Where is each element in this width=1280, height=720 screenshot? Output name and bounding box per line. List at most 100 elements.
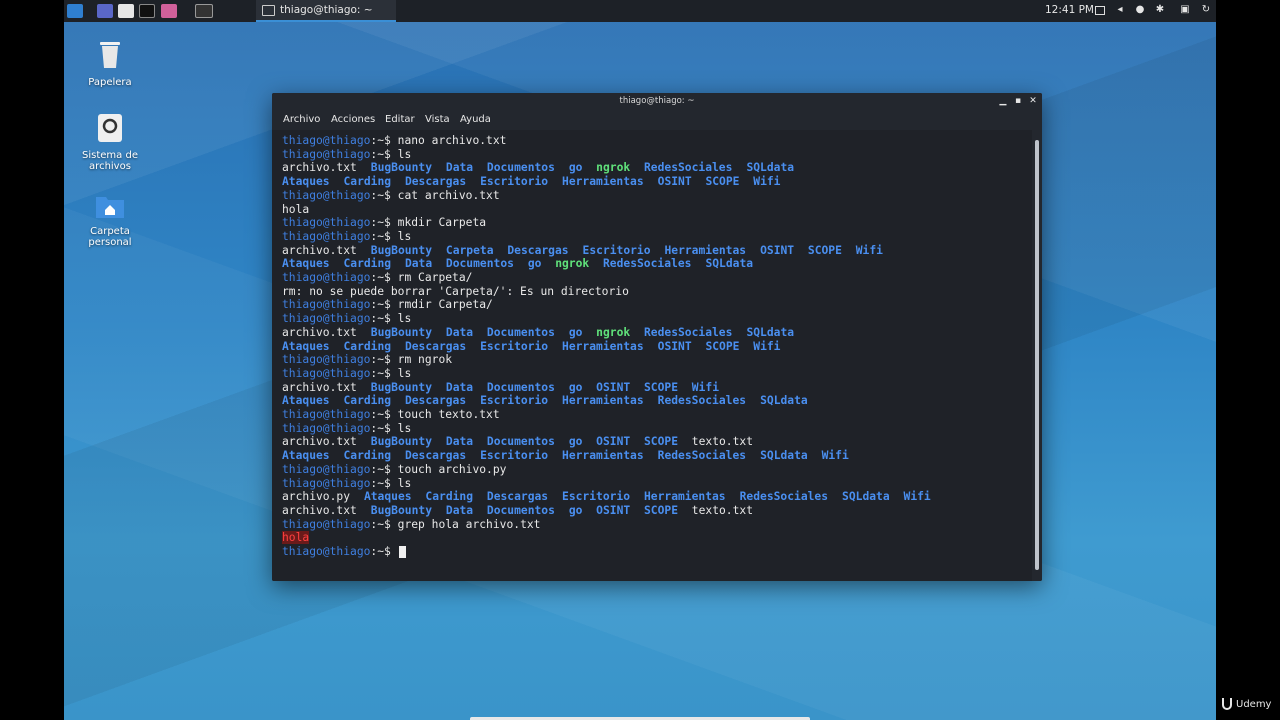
scrollbar-thumb[interactable] [1035,140,1039,570]
notification-bell-icon[interactable]: ● [1135,5,1145,15]
ls-output-line: archivo.txt BugBounty Data Documentos go ngro… [282,326,1022,340]
directory-entry: Escritorio [582,243,651,257]
prompt-suffix: :~$ [370,216,398,230]
command-line: thiago@thiago:~$ mkdir Carpeta [282,216,1022,230]
ls-output-line: Ataques Carding Descargas Escritorio Herrami… [282,394,1022,408]
directory-entry: Wifi [855,243,883,257]
directory-entry: SCOPE [643,380,678,394]
directory-entry: Wifi [753,175,781,189]
menu-acciones[interactable]: Acciones [331,114,375,125]
file-manager-icon[interactable] [118,4,134,18]
close-icon[interactable]: ✕ [1027,95,1039,107]
screen-icon[interactable] [1095,6,1105,15]
command-line: thiago@thiago:~$ [282,545,1022,559]
settings-icon[interactable]: ✱ [1155,5,1165,15]
file-entry: texto.txt [691,503,754,517]
directory-entry: Ataques [282,339,330,353]
command-line: thiago@thiago:~$ rm ngrok [282,353,1022,367]
directory-entry: Herramientas [643,490,726,504]
task-terminal-button[interactable]: thiago@thiago: ~ [256,0,396,22]
menu-vista[interactable]: Vista [425,114,450,125]
directory-entry: Escritorio [480,339,549,353]
desktop-icon-trash[interactable]: Papelera [70,38,150,88]
ls-output-line: archivo.txt BugBounty Data Documentos go ngro… [282,161,1022,175]
directory-entry: Herramientas [664,243,747,257]
command-line: thiago@thiago:~$ ls [282,367,1022,381]
file-entry: archivo.txt [282,380,357,394]
text-cursor [399,546,407,558]
directory-entry: OSINT [657,339,692,353]
volume-icon[interactable]: ◂ [1115,5,1125,15]
desktop-icon-filesystem[interactable]: Sistema de archivos [70,113,150,172]
terminal-output[interactable]: thiago@thiago:~$ nano archivo.txt thiago@… [272,130,1032,581]
menu-editar[interactable]: Editar [385,114,415,125]
terminal-scrollbar[interactable] [1032,130,1042,581]
directory-entry: go [568,435,583,449]
maximize-icon[interactable]: ▪ [1012,95,1024,107]
command-text: grep hola archivo.txt [397,517,541,531]
prompt-user: thiago@thiago [282,421,371,435]
ls-output-line: archivo.txt BugBounty Data Documentos go OSIN… [282,435,1022,449]
directory-entry: Ataques [363,490,412,504]
terminal-titlebar[interactable]: thiago@thiago: ~ ▁ ▪ ✕ [272,93,1042,110]
prompt-user: thiago@thiago [282,134,371,147]
directory-entry: Carding [343,257,392,271]
show-desktop-icon[interactable] [195,4,213,18]
browser-icon[interactable] [161,4,177,18]
clock[interactable]: 12:41 PM [1045,4,1094,16]
prompt-suffix: :~$ [370,517,398,531]
command-line: thiago@thiago:~$ ls [282,477,1022,491]
terminal-window-icon [262,5,275,16]
command-line: thiago@thiago:~$ grep hola archivo.txt [282,518,1022,532]
command-text: rm Carpeta/ [397,271,473,284]
prompt-suffix: :~$ [370,545,398,558]
command-text: ls [397,312,412,326]
command-line: thiago@thiago:~$ cat archivo.txt [282,189,1022,203]
desktop-icon-home[interactable]: Carpeta personal [70,193,150,248]
directory-entry: go [568,161,583,175]
menu-ayuda[interactable]: Ayuda [460,114,491,125]
prompt-suffix: :~$ [370,408,398,421]
ls-output-line: archivo.py Ataques Carding Descargas Escrito… [282,490,1022,504]
lock-icon[interactable]: ▣ [1180,5,1190,15]
directory-entry: BugBounty [370,243,432,257]
directory-entry: Descargas [404,339,467,353]
prompt-suffix: :~$ [370,353,398,367]
menu-archivo[interactable]: Archivo [283,114,320,125]
directory-entry: Data [445,380,474,394]
command-text: rm ngrok [397,353,453,367]
directory-entry: RedesSociales [643,325,733,339]
directory-entry: SQLdata [746,325,795,339]
directory-entry: RedesSociales [643,161,733,175]
directory-entry: Documentos [486,380,555,394]
app-menu-icon[interactable] [67,4,83,18]
trash-icon [100,42,120,68]
power-icon[interactable]: ↻ [1201,5,1211,15]
command-text: cat archivo.txt [397,188,500,202]
directory-entry: Wifi [753,339,781,353]
file-entry: archivo.txt [282,161,357,175]
ls-output-line: Ataques Carding Descargas Escritorio Herrami… [282,340,1022,354]
terminal-window[interactable]: thiago@thiago: ~ ▁ ▪ ✕ Archivo Acciones … [272,93,1042,581]
terminal-icon[interactable] [139,4,155,18]
workspace-icon[interactable] [97,4,113,18]
directory-entry: SQLdata [760,449,808,463]
desktop-icon-label: Carpeta personal [88,226,132,248]
ls-output-line: archivo.txt BugBounty Carpeta Descargas Escr… [282,244,1022,258]
directory-entry: go [568,325,583,339]
directory-entry: Wifi [903,490,931,504]
directory-entry: BugBounty [370,161,432,175]
directory-entry: SCOPE [643,435,678,449]
prompt-user: thiago@thiago [282,366,371,380]
directory-entry: Escritorio [480,175,549,189]
prompt-suffix: :~$ [370,229,398,243]
directory-entry: Documentos [445,257,514,271]
minimize-icon[interactable]: ▁ [997,95,1009,107]
command-line: thiago@thiago:~$ touch texto.txt [282,408,1022,422]
window-title: thiago@thiago: ~ [619,96,695,106]
directory-entry: Ataques [282,175,330,189]
directory-entry: Carding [343,449,392,463]
prompt-user: thiago@thiago [282,229,371,243]
prompt-suffix: :~$ [370,312,398,326]
directory-entry: Carding [343,175,392,189]
